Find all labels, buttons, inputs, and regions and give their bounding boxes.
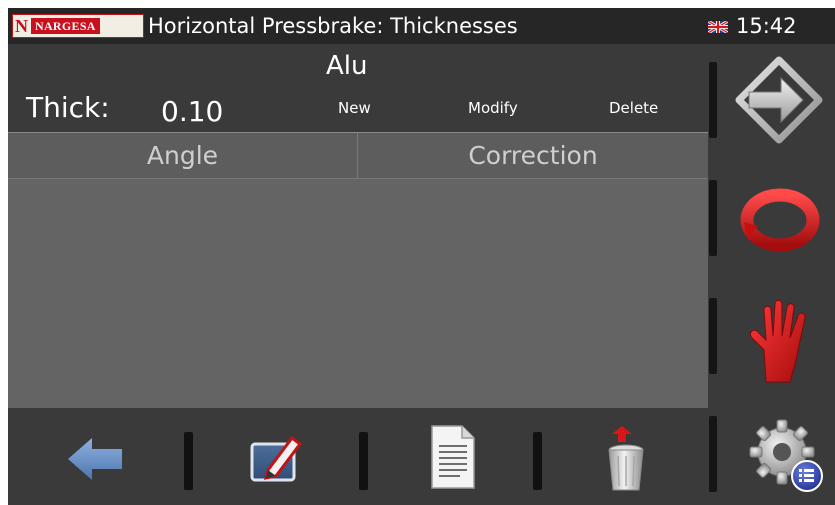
title-bar: N NARGESA Horizontal Pressbrake: Thickne… — [8, 8, 835, 44]
thickness-label: Thick: — [26, 91, 110, 124]
app-screen: N NARGESA Horizontal Pressbrake: Thickne… — [8, 8, 835, 505]
back-arrow-icon[interactable] — [66, 436, 124, 482]
thickness-table[interactable]: Angle Correction — [8, 132, 708, 409]
side-separator — [709, 62, 717, 138]
nargesa-logo: N NARGESA — [12, 14, 144, 38]
logo-text: NARGESA — [31, 18, 100, 34]
stop-hand-icon[interactable] — [744, 298, 816, 384]
document-icon[interactable] — [428, 424, 478, 490]
toolbar-separator — [533, 432, 542, 490]
bottom-toolbar — [8, 408, 708, 505]
column-header-correction: Correction — [468, 141, 598, 170]
logo-initial: N — [15, 16, 28, 36]
table-header: Angle Correction — [8, 133, 708, 179]
column-header-angle: Angle — [8, 133, 358, 178]
edit-icon[interactable] — [246, 430, 304, 488]
material-name: Alu — [326, 51, 368, 81]
modify-button[interactable]: Modify — [468, 98, 518, 118]
toolbar-separator — [184, 432, 193, 490]
side-separator — [709, 180, 717, 256]
toolbar-separator — [359, 432, 368, 490]
refresh-icon[interactable] — [738, 186, 822, 256]
side-separator — [709, 298, 717, 374]
settings-gear-icon[interactable] — [746, 416, 826, 496]
next-arrow-icon[interactable] — [735, 56, 823, 144]
side-separator — [709, 416, 717, 492]
window-title: Horizontal Pressbrake: Thicknesses — [148, 14, 518, 38]
clock: 15:42 — [736, 14, 797, 38]
thickness-value[interactable]: 0.10 — [161, 94, 223, 130]
delete-button[interactable]: Delete — [609, 98, 658, 118]
new-button[interactable]: New — [338, 98, 371, 118]
trash-icon[interactable] — [604, 424, 648, 494]
uk-flag-icon[interactable] — [708, 21, 728, 33]
